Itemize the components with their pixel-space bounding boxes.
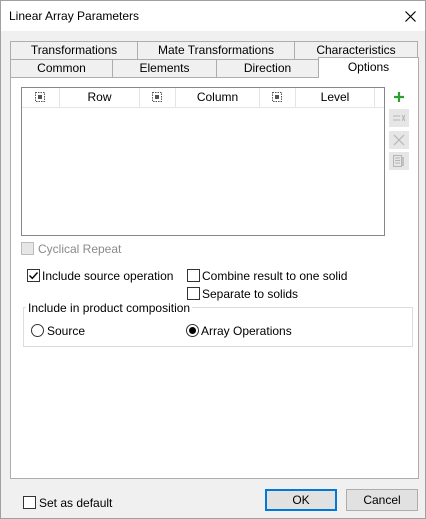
include-source-checkbox[interactable] [27,269,40,282]
options-tab-panel: Row Column Level Cyclical Repeat Include… [10,77,419,479]
grid-header-row[interactable]: Row [60,88,140,108]
set-as-default-checkbox[interactable] [23,496,36,509]
grid-header-select-cell[interactable] [22,88,60,108]
set-as-default-label: Set as default [39,496,113,510]
cyclical-repeat-checkbox[interactable] [21,242,34,255]
tab-options[interactable]: Options [318,57,419,78]
window-title: Linear Array Parameters [9,9,140,23]
array-operations-label: Array Operations [201,324,292,338]
row-properties-button[interactable] [389,152,409,170]
delete-icon [393,134,405,146]
tab-common[interactable]: Common [10,59,113,77]
dialog-window: Linear Array Parameters Transformations … [0,0,426,519]
separate-solids-label: Separate to solids [202,287,299,301]
tab-direction[interactable]: Direction [216,59,319,77]
grid-header-level[interactable]: Level [296,88,375,108]
remove-row-button[interactable] [389,109,409,127]
title-bar: Linear Array Parameters [1,1,425,31]
properties-icon [393,155,404,167]
tab-elements[interactable]: Elements [112,59,217,77]
source-radio[interactable] [31,324,44,337]
combine-result-checkbox[interactable] [187,269,200,282]
cancel-button[interactable]: Cancel [346,489,418,511]
grid-header-column-select[interactable] [140,88,176,108]
select-level-icon [272,92,282,102]
source-radio-label: Source [47,324,86,338]
add-row-button[interactable] [389,88,409,106]
grid-header-level-select[interactable] [260,88,296,108]
include-source-label: Include source operation [42,269,174,283]
select-column-icon [152,92,162,102]
ok-button[interactable]: OK [265,489,337,511]
add-icon [394,92,404,102]
tab-mate-transformations[interactable]: Mate Transformations [137,41,295,59]
product-composition-title: Include in product composition [26,301,193,315]
radio-selected-dot [189,327,196,334]
delete-row-button[interactable] [389,131,409,149]
tab-transformations[interactable]: Transformations [10,41,138,59]
remove-icon [393,114,406,122]
array-operations-radio[interactable] [186,324,199,337]
checkmark-icon [29,272,39,280]
grid-header-column[interactable]: Column [176,88,260,108]
array-grid[interactable]: Row Column Level [21,87,385,236]
combine-result-label: Combine result to one solid [202,269,348,283]
grid-header: Row Column Level [22,88,384,108]
close-icon [404,10,416,22]
separate-solids-checkbox[interactable] [187,287,200,300]
select-all-icon [35,92,45,102]
close-button[interactable] [395,1,425,31]
cyclical-repeat-label: Cyclical Repeat [38,242,122,256]
